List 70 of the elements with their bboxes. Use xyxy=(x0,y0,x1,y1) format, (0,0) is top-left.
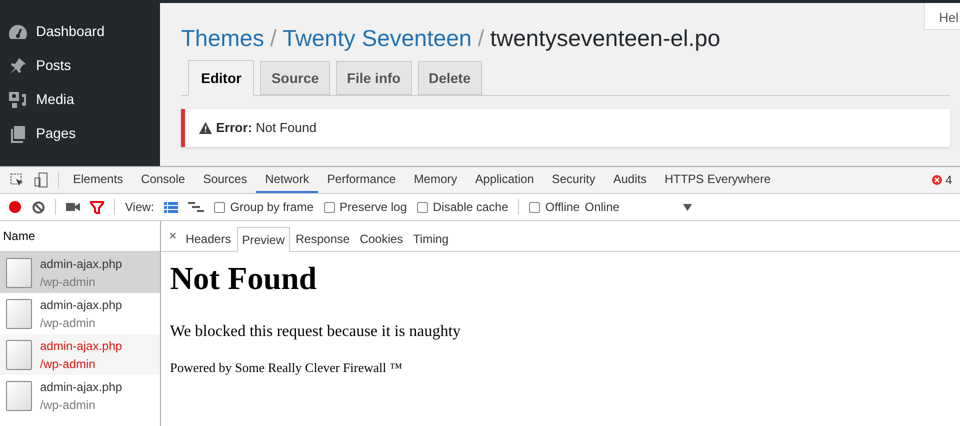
detail-tab[interactable]: Preview xyxy=(236,227,290,252)
checkbox[interactable]: Disable cache xyxy=(416,198,508,216)
request-name: admin-ajax.php xyxy=(40,378,122,396)
devtools-tab[interactable]: Memory xyxy=(404,167,466,193)
list-icon[interactable] xyxy=(164,202,178,212)
request-name: admin-ajax.php xyxy=(40,296,122,314)
page-title: twentyseventeen-el.po xyxy=(490,24,720,53)
detail-tab[interactable]: Response xyxy=(292,226,354,251)
request-path: /wp-admin xyxy=(40,356,96,372)
detail-tab[interactable]: Headers xyxy=(182,226,235,251)
camera-icon[interactable] xyxy=(66,202,80,212)
checkbox[interactable]: Preserve log xyxy=(324,198,407,216)
close-button[interactable]: × xyxy=(165,221,181,251)
tab[interactable]: Delete xyxy=(418,61,482,95)
devtools-tab[interactable]: Network xyxy=(256,167,318,193)
error-icon xyxy=(932,175,942,185)
file-icon xyxy=(6,258,32,288)
breadcrumb-separator: / xyxy=(270,24,276,53)
devtools-tab[interactable]: HTTPS Everywhere xyxy=(656,167,780,193)
throttling-dropdown[interactable]: Online xyxy=(584,198,692,216)
warning-icon xyxy=(199,122,212,134)
inspect-icon[interactable] xyxy=(10,173,24,187)
checkbox[interactable]: Group by frame xyxy=(214,198,314,216)
pin-icon xyxy=(8,56,28,74)
preview-heading: Not Found xyxy=(170,259,318,298)
sidebar-item[interactable]: Dashboard xyxy=(0,20,160,43)
filter-icon[interactable] xyxy=(90,200,104,214)
devtools-tab[interactable]: Console xyxy=(132,167,194,193)
waterfall-icon[interactable] xyxy=(188,202,204,212)
checkbox[interactable]: Offline xyxy=(529,198,580,216)
tab[interactable]: Editor xyxy=(188,60,254,96)
error-message: Error: Not Found xyxy=(216,119,316,138)
devtools-tab[interactable]: Performance xyxy=(318,167,405,193)
sidebar-item[interactable]: Posts xyxy=(0,54,160,77)
request-name: admin-ajax.php xyxy=(40,338,122,354)
clear-icon[interactable] xyxy=(32,200,45,214)
breadcrumb-link[interactable]: Twenty Seventeen xyxy=(282,21,472,56)
detail-tab[interactable]: Cookies xyxy=(356,226,408,251)
file-icon xyxy=(6,298,32,328)
request-path: /wp-admin xyxy=(40,396,96,414)
request-row[interactable]: admin-ajax.php /wp-admin xyxy=(0,252,160,293)
device-icon[interactable] xyxy=(34,172,48,188)
sidebar-item[interactable]: Pages xyxy=(0,122,160,145)
breadcrumb-separator: / xyxy=(478,24,484,53)
file-icon xyxy=(6,380,32,410)
devtools-tab[interactable]: Elements xyxy=(64,167,132,193)
dropdown-arrow-icon xyxy=(683,204,692,210)
request-row[interactable]: admin-ajax.php /wp-admin xyxy=(0,334,160,375)
pages-icon xyxy=(9,124,27,142)
devtools-tab[interactable]: Application xyxy=(466,167,543,193)
devtools-tab[interactable]: Sources xyxy=(194,167,256,193)
file-icon xyxy=(6,340,32,370)
gauge-icon xyxy=(8,24,28,40)
devtools-tab[interactable]: Security xyxy=(542,167,604,193)
record-icon[interactable] xyxy=(8,200,22,214)
tab[interactable]: File info xyxy=(336,61,412,95)
detail-tab[interactable]: Timing xyxy=(409,226,453,251)
devtools-tab[interactable]: Audits xyxy=(604,167,656,193)
sidebar-item[interactable]: Media xyxy=(0,88,160,111)
view-label: View: xyxy=(125,199,154,216)
request-path: /wp-admin xyxy=(40,314,96,332)
request-path: /wp-admin xyxy=(40,274,96,290)
preview-footer: Powered by Some Really Clever Firewall ™ xyxy=(170,358,960,378)
preview-paragraph: We blocked this request because it is naughty xyxy=(170,322,462,342)
help-button[interactable]: Hel xyxy=(924,3,960,30)
error-count[interactable]: 4 xyxy=(945,171,952,189)
media-icon xyxy=(8,90,28,108)
breadcrumb-link[interactable]: Themes xyxy=(181,21,264,56)
tab[interactable]: Source xyxy=(260,61,330,95)
request-name: admin-ajax.php xyxy=(40,256,122,272)
